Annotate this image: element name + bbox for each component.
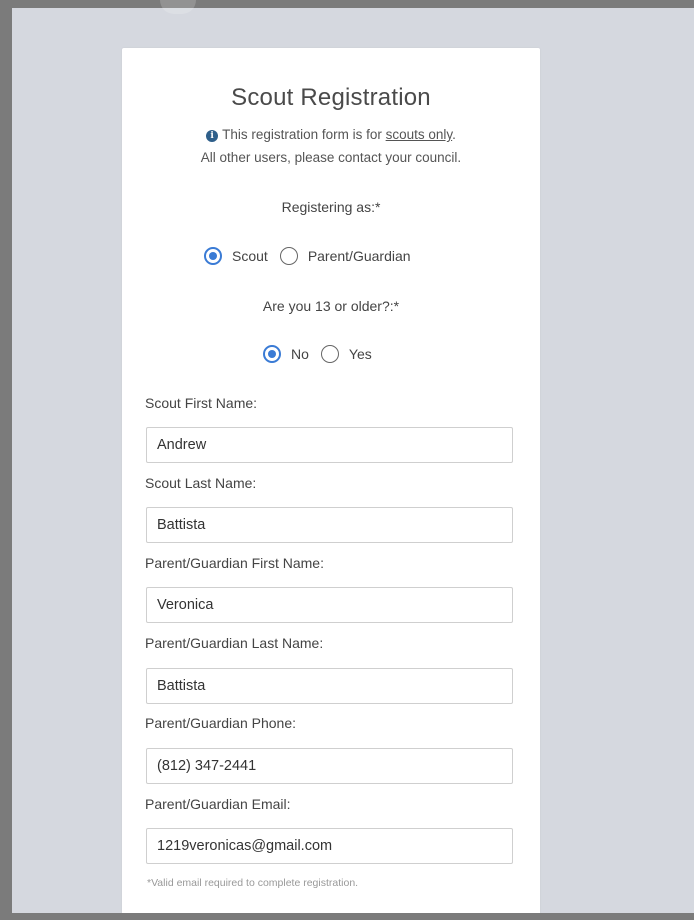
notice-line-1: i This registration form is for scouts on…	[122, 127, 540, 142]
radio-scout[interactable]	[204, 247, 222, 265]
parent-last-name-input[interactable]: Battista	[146, 668, 513, 704]
parent-email-input[interactable]: 1219veronicas@gmail.com	[146, 828, 513, 864]
window-frame-top	[0, 0, 694, 8]
registering-as-group: Scout Parent/Guardian	[204, 247, 423, 265]
info-icon: i	[206, 130, 219, 142]
radio-no[interactable]	[263, 345, 281, 363]
scout-first-name-label: Scout First Name:	[145, 395, 258, 411]
age-question-label: Are you 13 or older?:*	[262, 298, 400, 314]
scout-first-name-input[interactable]: Andrew	[146, 427, 513, 463]
scout-last-name-label: Scout Last Name:	[145, 475, 257, 491]
age-question-group: No Yes	[263, 345, 384, 363]
parent-phone-label: Parent/Guardian Phone:	[145, 715, 296, 731]
notice-line-2: All other users, please contact your cou…	[200, 150, 462, 165]
parent-phone-input[interactable]: (812) 347-2441	[146, 748, 513, 784]
window-frame-bottom	[0, 913, 694, 920]
notice-prefix: This registration form is for	[222, 127, 386, 142]
radio-no-label[interactable]: No	[291, 346, 309, 362]
radio-parent-guardian-label[interactable]: Parent/Guardian	[308, 248, 411, 264]
notice-suffix: .	[452, 127, 456, 142]
parent-last-name-label: Parent/Guardian Last Name:	[145, 635, 324, 651]
email-hint: *Valid email required to complete regist…	[147, 877, 359, 889]
parent-first-name-label: Parent/Guardian First Name:	[145, 555, 324, 571]
scout-last-name-input[interactable]: Battista	[146, 507, 513, 543]
radio-yes[interactable]	[320, 345, 339, 363]
page-title: Scout Registration	[231, 84, 431, 111]
window-frame-left	[0, 0, 12, 920]
registering-as-label: Registering as:*	[281, 199, 381, 215]
scouts-only-link[interactable]: scouts only	[386, 127, 453, 142]
radio-yes-label[interactable]: Yes	[349, 346, 372, 362]
parent-first-name-input[interactable]: Veronica	[146, 587, 513, 623]
parent-email-label: Parent/Guardian Email:	[145, 796, 291, 812]
radio-parent-guardian[interactable]	[279, 247, 298, 265]
radio-scout-label[interactable]: Scout	[232, 248, 268, 264]
